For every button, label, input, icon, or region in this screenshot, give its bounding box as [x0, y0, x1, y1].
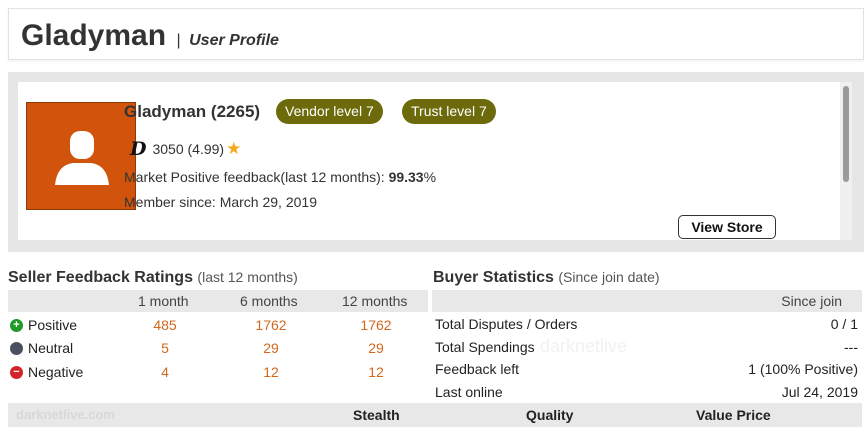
- feedback-percent-sign: %: [423, 169, 437, 185]
- panel-scrollbar[interactable]: [840, 82, 852, 240]
- title-separator: |: [176, 32, 181, 49]
- rating-row: D 3050 (4.99) ★: [130, 138, 241, 160]
- positive-1-month: 485: [153, 317, 177, 333]
- seller-row-label: Positive: [28, 317, 78, 333]
- seller-col-6-months: 6 months: [240, 293, 298, 309]
- feedback-value: 99.33: [388, 169, 424, 185]
- buyer-row-disputes-label: Total Disputes / Orders: [435, 316, 578, 332]
- negative-6-months: 12: [263, 364, 279, 380]
- scrollbar-thumb[interactable]: [843, 86, 849, 182]
- rating-value: 3050 (4.99): [152, 141, 225, 157]
- seller-row-label: Neutral: [28, 340, 74, 356]
- footer-col-quality: Quality: [526, 407, 574, 423]
- seller-row-negative: − Negative: [10, 364, 83, 380]
- seller-col-1-month: 1 month: [138, 293, 189, 309]
- seller-ratings-title: Seller Feedback Ratings (last 12 months): [8, 269, 298, 287]
- avatar: [26, 102, 136, 210]
- feedback-label: Market Positive feedback(last 12 months)…: [124, 169, 385, 185]
- buyer-table-header: Since join: [432, 290, 862, 312]
- member-since: Member since: March 29, 2019: [124, 194, 317, 210]
- star-icon: ★: [226, 139, 242, 158]
- profile-username: Gladyman (2265): [124, 102, 261, 121]
- neutral-12-months: 29: [368, 340, 384, 356]
- buyer-row-feedback-label: Feedback left: [435, 361, 520, 377]
- buyer-stats-title: Buyer Statistics (Since join date): [433, 269, 660, 287]
- trust-level-badge: Trust level 7: [402, 99, 496, 124]
- buyer-title-text: Buyer Statistics: [433, 269, 554, 286]
- vendor-level-badge: Vendor level 7: [276, 99, 383, 124]
- positive-icon: +: [10, 318, 23, 332]
- seller-title-text: Seller Feedback Ratings: [8, 269, 193, 286]
- d-logo-icon: D: [130, 138, 147, 160]
- neutral-6-months: 29: [263, 340, 279, 356]
- positive-12-months: 1762: [360, 317, 392, 333]
- page-title: Gladyman: [21, 19, 167, 52]
- buyer-row-feedback-value: 1 (100% Positive): [748, 361, 858, 377]
- negative-12-months: 12: [368, 364, 384, 380]
- seller-table-header: 1 month 6 months 12 months: [8, 290, 428, 312]
- seller-row-positive: + Positive: [10, 317, 77, 333]
- buyer-col-since-join: Since join: [781, 293, 842, 309]
- negative-1-month: 4: [161, 364, 169, 380]
- watermark: darknetlive: [540, 336, 628, 356]
- buyer-row-spendings-value: ---: [844, 339, 858, 355]
- page-subtitle: User Profile: [189, 32, 279, 49]
- buyer-row-spendings-label: Total Spendings: [435, 339, 535, 355]
- buyer-row-last-online-value: Jul 24, 2019: [781, 384, 858, 400]
- buyer-row-last-online-label: Last online: [435, 384, 503, 400]
- user-silhouette-icon: [55, 131, 109, 185]
- positive-6-months: 1762: [255, 317, 287, 333]
- negative-icon: −: [10, 365, 23, 379]
- page-header: Gladyman | User Profile: [8, 8, 864, 60]
- ratings-footer-header: darknetlive.com Stealth Quality Value Pr…: [8, 403, 862, 427]
- footer-col-value-price: Value Price: [696, 407, 771, 423]
- footer-col-stealth: Stealth: [353, 407, 400, 423]
- seller-col-12-months: 12 months: [342, 293, 408, 309]
- seller-row-neutral: Neutral: [10, 340, 73, 356]
- seller-title-subtitle: (last 12 months): [197, 269, 298, 285]
- seller-row-label: Negative: [28, 364, 84, 380]
- footer-watermark: darknetlive.com: [16, 407, 115, 422]
- buyer-row-disputes-value: 0 / 1: [830, 316, 858, 332]
- buyer-title-subtitle: (Since join date): [558, 269, 660, 285]
- view-store-button[interactable]: View Store: [678, 215, 776, 239]
- positive-feedback-line: Market Positive feedback(last 12 months)…: [124, 169, 436, 185]
- neutral-1-month: 5: [161, 340, 169, 356]
- neutral-icon: [10, 341, 23, 355]
